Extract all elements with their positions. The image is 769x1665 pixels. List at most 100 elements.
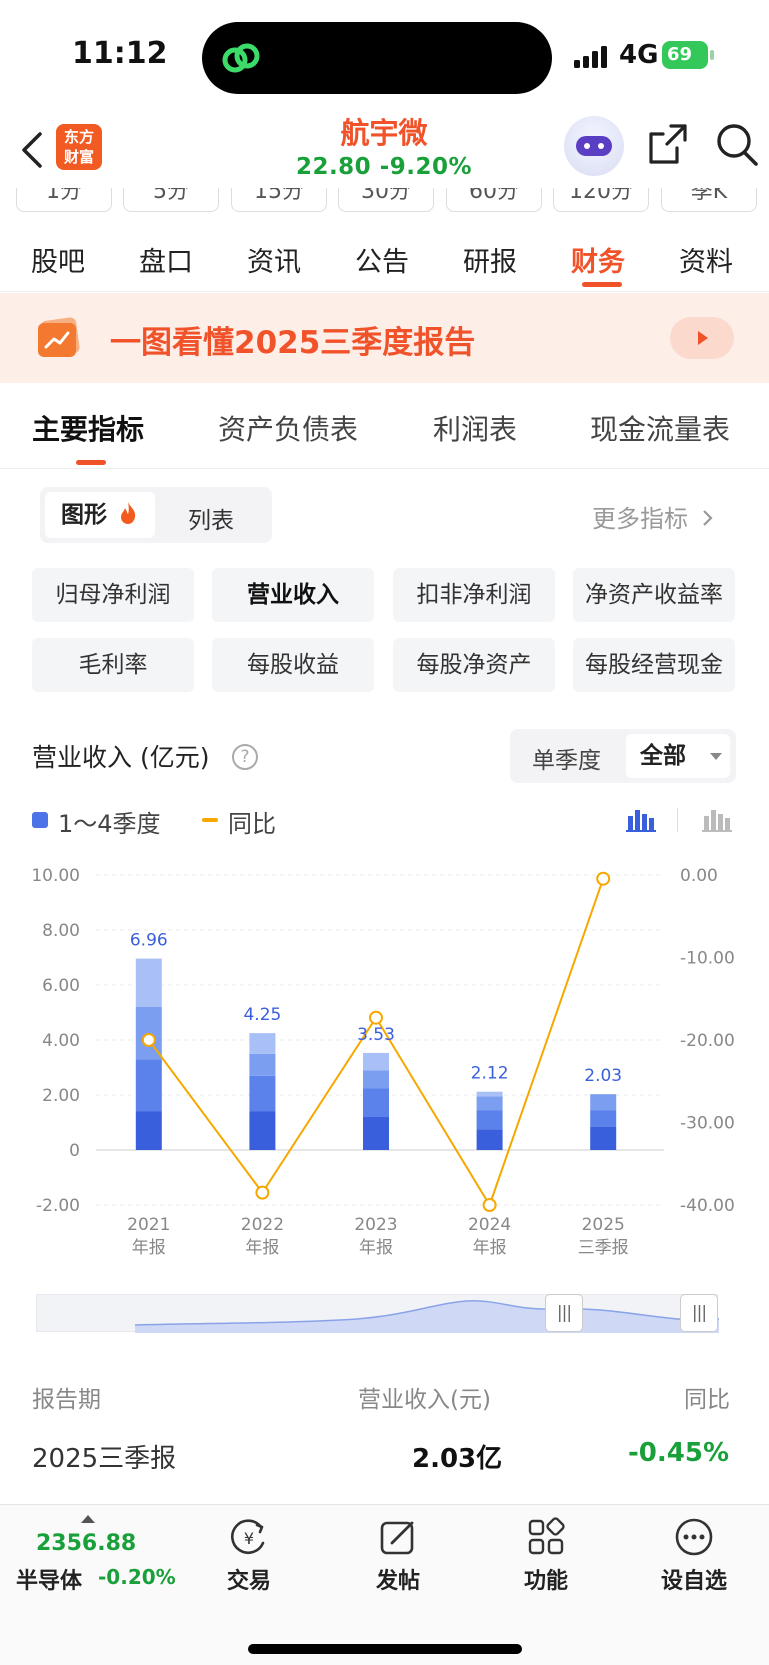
nav-add-watchlist-label: 设自选	[660, 1569, 727, 1594]
table-header-yoy: 同比	[684, 1387, 730, 1413]
y-axis-right-tick: -10.00	[680, 949, 735, 969]
search-icon[interactable]	[715, 122, 759, 168]
stock-quote: 22.80 -9.20%	[284, 154, 484, 180]
metric-chip[interactable]: 扣非净利润	[393, 568, 555, 622]
period-tab[interactable]: 15分	[231, 188, 327, 212]
back-icon[interactable]	[18, 128, 48, 172]
yoy-point	[141, 1033, 156, 1047]
robot-eye	[584, 143, 590, 149]
bar-segment-q3	[590, 1094, 617, 1111]
metric-chip[interactable]: 净资产收益率	[573, 568, 735, 622]
tab-profile[interactable]: 资料	[679, 240, 733, 279]
nav-trade-button[interactable]: ¥ 交易	[204, 1517, 294, 1595]
active-subtab-indicator	[76, 460, 106, 465]
chevron-right-icon	[702, 510, 713, 526]
metric-chip[interactable]: 毛利率	[32, 638, 194, 692]
period-tab[interactable]: 季K	[661, 188, 757, 212]
nav-functions-label: 功能	[523, 1569, 568, 1594]
bar-total-label: 3.53	[357, 1025, 395, 1045]
tab-pankou[interactable]: 盘口	[139, 240, 193, 279]
sector-index-value[interactable]: 2356.88	[36, 1531, 136, 1556]
fire-icon	[121, 502, 136, 524]
sector-index-name[interactable]: 半导体	[16, 1563, 82, 1595]
ai-assistant-avatar[interactable]	[564, 116, 624, 176]
tab-key-metrics[interactable]: 主要指标	[32, 408, 144, 448]
table-cell-yoy: -0.45%	[628, 1438, 729, 1468]
range-start-handle[interactable]: |||	[545, 1294, 583, 1332]
metric-chip[interactable]: 每股收益	[212, 638, 374, 692]
bar-segment-q2	[249, 1075, 276, 1112]
y-axis-left-tick: 4.00	[42, 1031, 80, 1051]
status-bar: 11:12 4G 69	[0, 0, 769, 110]
stacked-bar-chart-icon[interactable]	[626, 806, 656, 832]
more-metrics-label: 更多指标	[592, 505, 688, 533]
main-tabs: 股吧 盘口 资讯 公告 研报 财务 资料	[0, 226, 769, 292]
grid-apps-icon	[528, 1517, 565, 1555]
graph-view-button[interactable]: 图形	[45, 492, 155, 538]
nav-trade-label: 交易	[226, 1569, 271, 1594]
grouped-bar-chart-icon[interactable]	[702, 806, 732, 832]
svg-text:¥: ¥	[244, 1529, 254, 1548]
dynamic-island	[202, 22, 552, 94]
battery-tip	[710, 50, 714, 60]
bar-segment-q4	[249, 1033, 276, 1054]
period-tab[interactable]: 30分	[338, 188, 434, 212]
period-tab[interactable]: 1分	[16, 188, 112, 212]
more-metrics-link[interactable]: 更多指标	[592, 499, 714, 534]
y-axis-left-tick: 6.00	[42, 976, 80, 996]
tab-announcements[interactable]: 公告	[355, 240, 409, 279]
y-axis-right-tick: -40.00	[680, 1196, 735, 1216]
y-axis-right-tick: -20.00	[680, 1031, 735, 1051]
all-option-dropdown[interactable]: 全部	[626, 734, 730, 778]
list-view-button[interactable]: 列表	[188, 501, 234, 535]
tab-research[interactable]: 研报	[463, 240, 517, 279]
nav-post-button[interactable]: 发帖	[353, 1517, 443, 1595]
tab-cash-flow[interactable]: 现金流量表	[590, 408, 730, 448]
nav-functions-button[interactable]: 功能	[501, 1517, 591, 1595]
share-icon[interactable]	[647, 122, 689, 166]
x-axis-tick-year: 2024	[468, 1215, 511, 1235]
active-tab-indicator	[582, 282, 622, 287]
tab-news[interactable]: 资讯	[247, 240, 301, 279]
metric-chip[interactable]: 每股净资产	[393, 638, 555, 692]
nav-add-watchlist-button[interactable]: 设自选	[649, 1517, 739, 1595]
x-axis-tick-year: 2025	[582, 1215, 625, 1235]
tab-guba[interactable]: 股吧	[31, 240, 85, 279]
tab-income-statement[interactable]: 利润表	[433, 408, 517, 448]
range-end-handle[interactable]: |||	[680, 1294, 718, 1332]
play-button[interactable]	[670, 317, 734, 359]
legend-line-label: 同比	[228, 810, 276, 838]
metric-chip[interactable]: 归母净利润	[32, 568, 194, 622]
app-logo[interactable]: 东方 财富	[56, 124, 102, 170]
signal-icon	[574, 46, 607, 68]
bar-segment-q2	[363, 1088, 389, 1117]
help-icon[interactable]: ?	[232, 744, 258, 770]
yoy-point	[482, 1198, 497, 1212]
bar-total-label: 2.12	[471, 1064, 509, 1084]
tab-balance-sheet[interactable]: 资产负债表	[218, 408, 358, 448]
period-tab[interactable]: 120分	[553, 188, 649, 212]
chart-title: 营业收入 (亿元)	[32, 743, 210, 772]
bar-segment-q2	[590, 1110, 617, 1127]
bar-total-label: 4.25	[243, 1005, 281, 1025]
x-axis-tick-period: 年报	[245, 1238, 279, 1258]
x-axis-tick-period: 年报	[473, 1238, 507, 1258]
bar-segment-q3	[249, 1053, 276, 1076]
all-option-label: 全部	[640, 743, 686, 769]
home-indicator	[248, 1644, 522, 1654]
period-tab[interactable]: 60分	[446, 188, 542, 212]
expand-caret-icon[interactable]	[81, 1515, 95, 1523]
period-tab[interactable]: 5分	[123, 188, 219, 212]
table-header-revenue: 营业收入(元)	[358, 1387, 491, 1413]
more-dots-icon	[675, 1518, 713, 1556]
x-axis-tick-period: 三季报	[578, 1238, 629, 1258]
tab-finance[interactable]: 财务	[571, 240, 625, 279]
metric-chip-active[interactable]: 营业收入	[212, 568, 374, 622]
sector-index-change[interactable]: -0.20%	[98, 1565, 176, 1589]
battery-icon: 69	[662, 41, 708, 69]
table-cell-revenue: 2.03亿	[412, 1444, 503, 1474]
report-banner[interactable]: 一图看懂2025三季度报告	[0, 293, 769, 383]
single-quarter-option[interactable]: 单季度	[532, 741, 601, 775]
metric-chip[interactable]: 每股经营现金	[573, 638, 735, 692]
range-slider-track[interactable]	[36, 1294, 719, 1333]
